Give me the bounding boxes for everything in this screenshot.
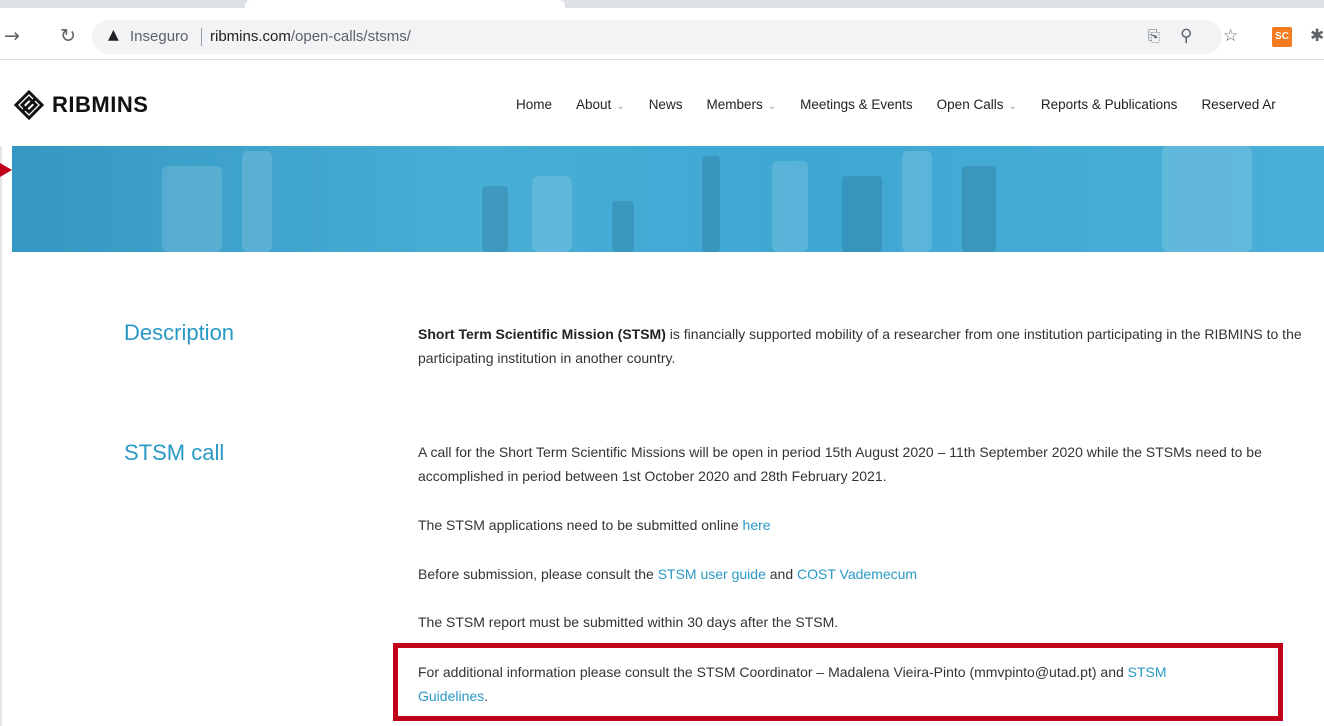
forward-icon[interactable]: →: [0, 24, 24, 48]
tab-strip: [0, 0, 1324, 8]
hero-decor: [842, 176, 882, 252]
menu-item-reports-publications[interactable]: Reports & Publications: [1041, 97, 1178, 112]
menu-label: News: [648, 97, 683, 112]
window-edge: [0, 60, 2, 726]
menu-item-home[interactable]: Home: [516, 97, 552, 112]
hero-decor: [772, 161, 808, 252]
menu-label: Reserved Ar: [1201, 97, 1276, 112]
menu-item-members[interactable]: Members ⌄: [706, 97, 776, 112]
hero-banner: [12, 146, 1324, 252]
stsm-call-paragraph-4: The STSM report must be submitted within…: [418, 614, 839, 630]
menu-item-about[interactable]: About ⌄: [576, 97, 625, 112]
menu-label: Members: [706, 97, 763, 112]
extensions-puzzle-icon[interactable]: ✱: [1310, 26, 1324, 46]
hero-decor: [532, 176, 572, 252]
url-text[interactable]: ribmins.com/open-calls/stsms/: [210, 28, 411, 45]
annotation-highlight-box: [393, 643, 1283, 721]
menu-item-open-calls[interactable]: Open Calls ⌄: [937, 97, 1017, 112]
chevron-down-icon: ⌄: [1008, 101, 1017, 112]
description-text: Short Term Scientific Mission (STSM) is …: [418, 322, 1318, 370]
active-tab[interactable]: [245, 0, 565, 8]
url-host: ribmins.com: [210, 28, 291, 45]
annotation-arrow-icon: [0, 163, 12, 177]
description-lead: Short Term Scientific Mission (STSM): [418, 326, 666, 342]
browser-toolbar: → ↻ ▲ Inseguro ribmins.com/open-calls/st…: [0, 0, 1324, 60]
menu-label: About: [576, 97, 612, 112]
site-logo[interactable]: RIBMINS: [14, 90, 148, 120]
stsm-call-paragraph-3: Before submission, please consult the ST…: [418, 562, 1318, 586]
hero-decor: [482, 186, 508, 252]
section-title-description: Description: [124, 320, 235, 345]
section-title-stsm-call: STSM call: [124, 440, 225, 465]
menu-item-meetings-events[interactable]: Meetings & Events: [800, 97, 913, 112]
warning-icon[interactable]: ▲: [108, 27, 119, 43]
stsm-user-guide-link[interactable]: STSM user guide: [658, 566, 766, 582]
translate-icon[interactable]: ⎘: [1148, 26, 1160, 46]
extension-sc-icon[interactable]: SC: [1272, 27, 1292, 47]
stsm-call-paragraph-2: The STSM applications need to be submitt…: [418, 513, 1318, 537]
chevron-down-icon: ⌄: [767, 101, 777, 112]
reload-icon[interactable]: ↻: [56, 24, 80, 48]
menu-label: Home: [516, 97, 553, 112]
menu-label: Open Calls: [936, 97, 1004, 112]
hero-decor: [162, 166, 222, 252]
menu-label: Reports & Publications: [1040, 97, 1178, 112]
bookmark-star-icon[interactable]: ☆: [1223, 26, 1238, 46]
zoom-icon[interactable]: ⚲: [1180, 26, 1192, 46]
stsm-call-paragraph-1: A call for the Short Term Scientific Mis…: [418, 444, 1262, 484]
hero-decor: [1162, 146, 1252, 252]
menu-item-news[interactable]: News: [649, 97, 683, 112]
chevron-down-icon: ⌄: [616, 101, 625, 112]
menu-item-reserved-area[interactable]: Reserved Ar: [1201, 97, 1275, 112]
omnibox-separator: [201, 28, 202, 46]
address-bar[interactable]: ▲ Inseguro ribmins.com/open-calls/stsms/: [92, 20, 1222, 54]
url-path: /open-calls/stsms/: [290, 28, 411, 45]
hero-decor: [702, 156, 720, 252]
hero-decor: [612, 201, 634, 252]
hero-decor: [242, 151, 272, 252]
hero-decor: [962, 166, 996, 252]
site-header: RIBMINS Home About ⌄ News Members ⌄ Meetin…: [0, 60, 1324, 146]
main-menu: Home About ⌄ News Members ⌄ Meetings & Eve…: [516, 97, 1300, 112]
cost-vademecum-link[interactable]: COST Vademecum: [797, 566, 917, 582]
p3-and: and: [765, 566, 798, 582]
logo-text: RIBMINS: [52, 92, 149, 117]
submit-online-link[interactable]: here: [743, 517, 771, 533]
menu-label: Meetings & Events: [800, 97, 913, 112]
hero-decor: [902, 151, 932, 252]
p2-text: The STSM applications need to be submitt…: [418, 517, 743, 533]
p3-text: Before submission, please consult the: [418, 566, 658, 582]
security-label[interactable]: Inseguro: [130, 28, 188, 45]
logo-diamond-icon: [14, 90, 44, 120]
